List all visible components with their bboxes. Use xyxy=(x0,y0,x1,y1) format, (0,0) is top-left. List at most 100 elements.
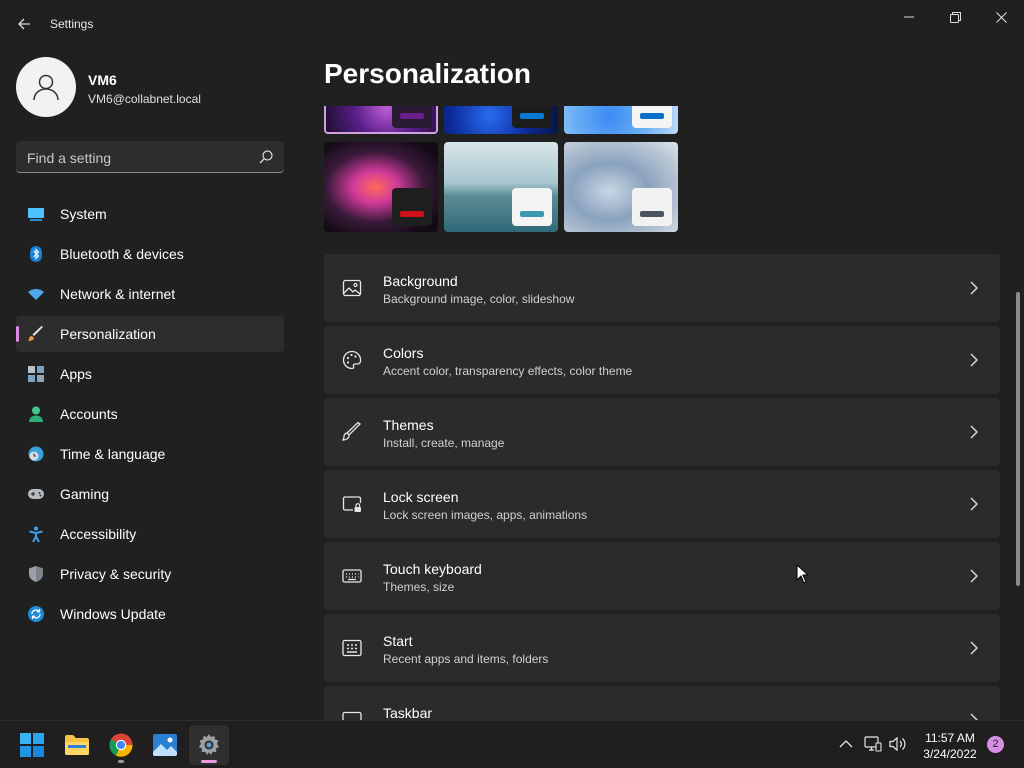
setting-card-lock-screen[interactable]: Lock screen Lock screen images, apps, an… xyxy=(324,470,1000,538)
sidebar-item-accessibility[interactable]: Accessibility xyxy=(16,516,284,552)
restore-icon xyxy=(949,11,961,23)
scrollbar-thumb[interactable] xyxy=(1016,292,1020,586)
notification-badge[interactable]: 2 xyxy=(987,736,1004,753)
setting-title: Taskbar xyxy=(383,705,433,720)
taskbar-file-explorer[interactable] xyxy=(57,725,97,765)
search-input[interactable]: Find a setting xyxy=(16,141,284,173)
setting-card-start[interactable]: Start Recent apps and items, folders xyxy=(324,614,1000,682)
sidebar-item-personalization[interactable]: Personalization xyxy=(16,316,284,352)
taskbar-icon xyxy=(342,711,362,720)
mouse-cursor-icon xyxy=(796,564,808,584)
sidebar-item-network-internet[interactable]: Network & internet xyxy=(16,276,284,312)
theme-tile-bloom-dark[interactable] xyxy=(444,106,558,134)
theme-tile-bloom-light[interactable] xyxy=(564,106,678,134)
setting-card-themes[interactable]: Themes Install, create, manage xyxy=(324,398,1000,466)
theme-color-badge xyxy=(392,188,432,226)
lock-screen-icon xyxy=(342,496,362,512)
themes-row xyxy=(324,106,678,134)
theme-accent-swatch xyxy=(520,211,544,217)
theme-tile-sunrise-lake[interactable] xyxy=(444,142,558,232)
sidebar-item-label: Time & language xyxy=(60,446,166,462)
setting-card-colors[interactable]: Colors Accent color, transparency effect… xyxy=(324,326,1000,394)
close-button[interactable] xyxy=(978,4,1024,30)
sidebar-item-privacy-security[interactable]: Privacy & security xyxy=(16,556,284,592)
clock-date: 3/24/2022 xyxy=(923,747,977,761)
setting-card-touch-keyboard[interactable]: Touch keyboard Themes, size xyxy=(324,542,1000,610)
active-indicator xyxy=(201,760,217,763)
update-icon xyxy=(28,606,44,622)
user-profile[interactable]: VM6 VM6@collabnet.local xyxy=(16,57,286,117)
restore-button[interactable] xyxy=(932,4,978,30)
close-icon xyxy=(995,11,1007,23)
taskbar-photos[interactable] xyxy=(145,725,185,765)
sidebar-item-apps[interactable]: Apps xyxy=(16,356,284,392)
keyboard-icon xyxy=(342,569,362,583)
setting-card-taskbar[interactable]: Taskbar xyxy=(324,686,1000,720)
setting-subtitle: Accent color, transparency effects, colo… xyxy=(383,364,633,378)
setting-card-background[interactable]: Background Background image, color, slid… xyxy=(324,254,1000,322)
app-title: Settings xyxy=(50,17,94,31)
shield-icon xyxy=(29,566,43,582)
sidebar-item-label: Apps xyxy=(60,366,92,382)
theme-tile-captured-motion[interactable] xyxy=(324,142,438,232)
sidebar-item-time-language[interactable]: Time & language xyxy=(16,436,284,472)
setting-subtitle: Install, create, manage xyxy=(383,436,505,450)
user-name: VM6 xyxy=(88,72,117,88)
setting-subtitle: Recent apps and items, folders xyxy=(383,652,549,666)
setting-subtitle: Themes, size xyxy=(383,580,455,594)
show-hidden-icons-button[interactable] xyxy=(837,735,855,753)
setting-title: Lock screen xyxy=(383,489,459,505)
taskbar-chrome[interactable] xyxy=(101,725,141,765)
theme-tile-flow[interactable] xyxy=(564,142,678,232)
sidebar-item-accounts[interactable]: Accounts xyxy=(16,396,284,432)
network-tray-button[interactable] xyxy=(864,735,882,753)
start-grid-icon xyxy=(342,639,362,657)
chrome-icon xyxy=(109,733,133,757)
wifi-icon xyxy=(28,289,44,300)
taskbar-clock[interactable]: 11:57 AM 3/24/2022 xyxy=(916,730,984,762)
folder-icon xyxy=(65,735,89,755)
back-button[interactable] xyxy=(12,12,36,36)
chevron-right-icon xyxy=(970,281,978,295)
sidebar-item-gaming[interactable]: Gaming xyxy=(16,476,284,512)
setting-title: Background xyxy=(383,273,458,289)
taskbar-settings[interactable] xyxy=(189,725,229,765)
search-icon xyxy=(259,150,273,164)
chevron-right-icon xyxy=(970,641,978,655)
theme-accent-swatch xyxy=(520,113,544,119)
network-wired-icon xyxy=(864,736,882,752)
chevron-right-icon xyxy=(970,713,978,720)
clock-globe-icon xyxy=(28,446,44,462)
person-avatar-icon xyxy=(33,74,59,101)
sidebar-item-label: Gaming xyxy=(60,486,110,502)
theme-accent-swatch xyxy=(640,211,664,217)
apps-icon xyxy=(28,366,44,382)
sidebar-item-label: Personalization xyxy=(60,326,156,342)
taskbar-start-button[interactable] xyxy=(12,725,52,765)
system-icon xyxy=(28,208,44,221)
clock-time: 11:57 AM xyxy=(925,731,975,745)
theme-color-badge xyxy=(512,188,552,226)
photos-icon xyxy=(153,734,177,756)
theme-tile-glow[interactable] xyxy=(324,106,438,134)
theme-accent-swatch xyxy=(400,211,424,217)
setting-title: Themes xyxy=(383,417,434,433)
setting-subtitle: Background image, color, slideshow xyxy=(383,292,575,306)
theme-color-badge xyxy=(632,106,672,128)
sidebar-item-label: Privacy & security xyxy=(60,566,172,582)
chevron-right-icon xyxy=(970,497,978,511)
sidebar-item-label: Accessibility xyxy=(60,526,137,542)
accessibility-icon xyxy=(29,526,43,542)
sidebar-item-bluetooth-devices[interactable]: Bluetooth & devices xyxy=(16,236,284,272)
main-content: Background Background image, color, slid… xyxy=(324,106,1000,720)
minimize-button[interactable] xyxy=(886,4,932,30)
sidebar-item-system[interactable]: System xyxy=(16,196,284,232)
image-icon xyxy=(342,279,362,297)
chevron-right-icon xyxy=(970,569,978,583)
arrow-left-icon xyxy=(18,18,30,30)
settings-list: Background Background image, color, slid… xyxy=(324,254,1000,720)
sidebar-item-windows-update[interactable]: Windows Update xyxy=(16,596,284,632)
sidebar-item-label: Windows Update xyxy=(60,606,166,622)
volume-tray-button[interactable] xyxy=(889,735,907,753)
search-placeholder: Find a setting xyxy=(27,150,112,166)
